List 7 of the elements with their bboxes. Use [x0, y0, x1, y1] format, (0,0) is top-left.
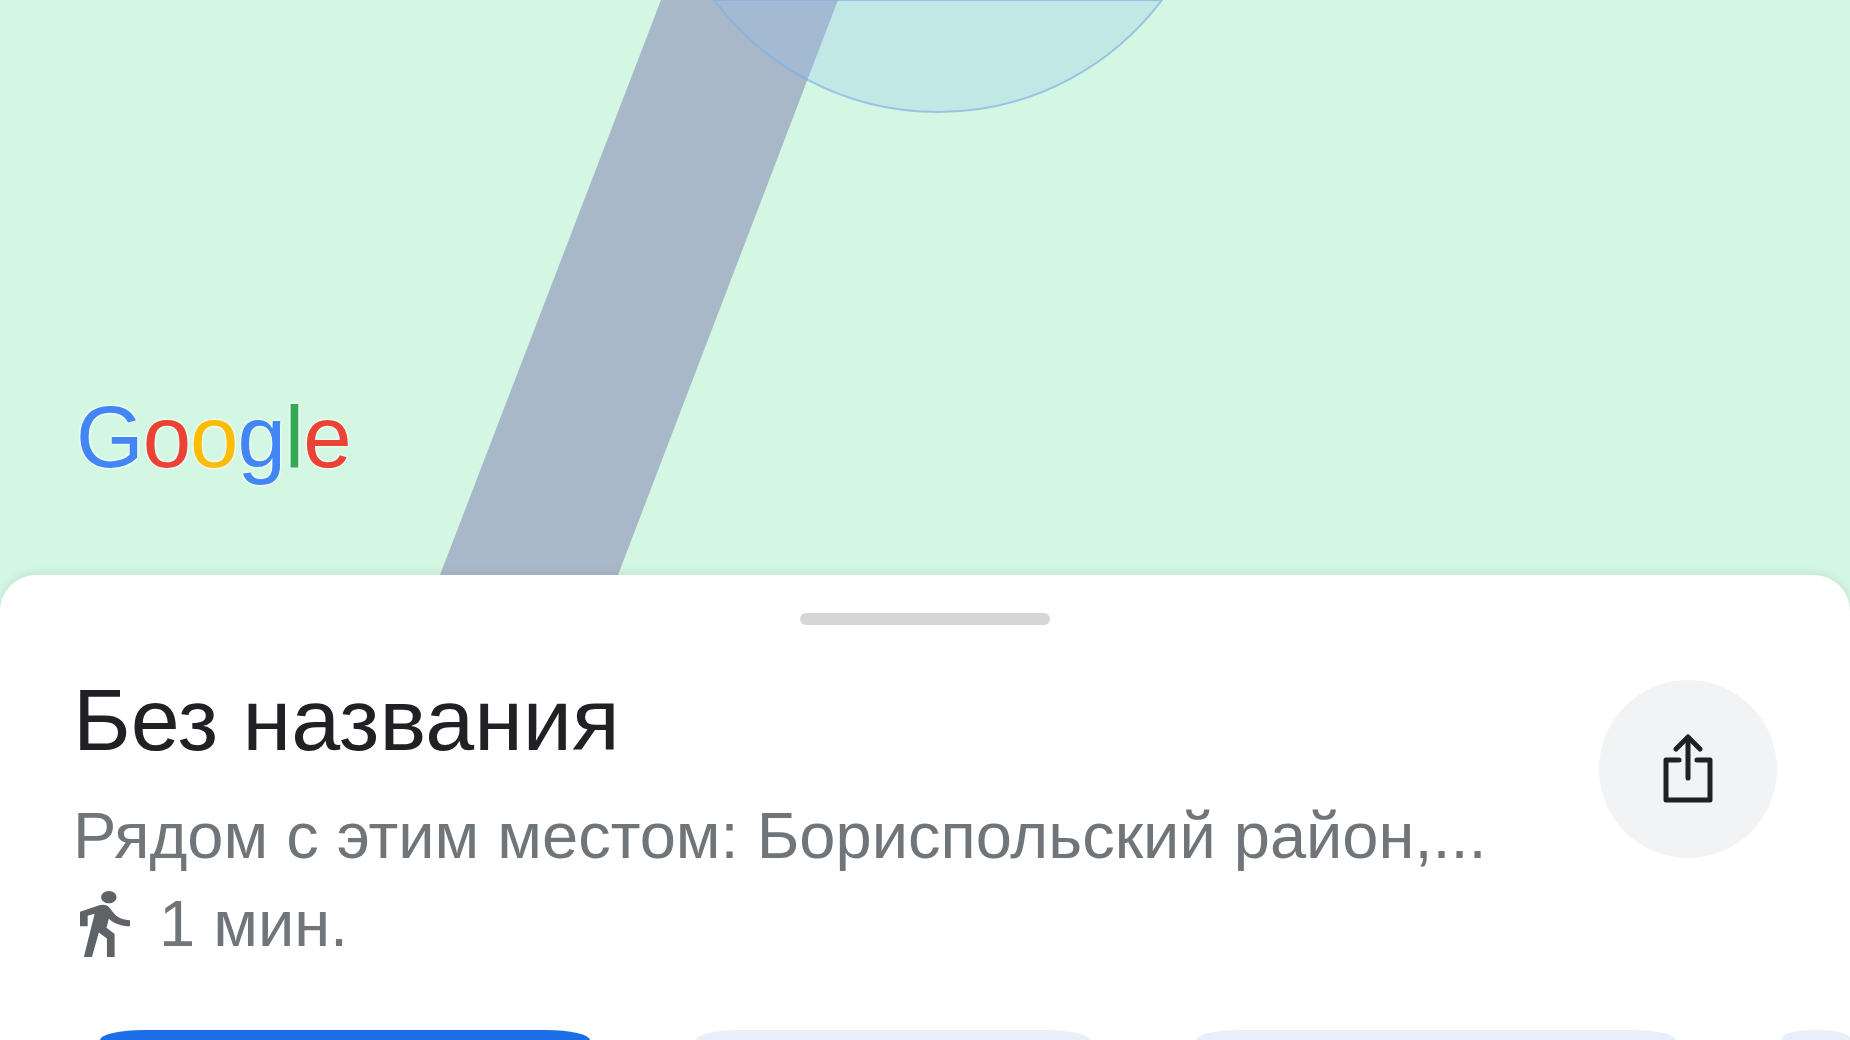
place-title: Без названия [73, 669, 621, 771]
map-logo: Google [75, 386, 352, 487]
nearby-address: Рядом с этим местом: Бориспольский район,... [73, 797, 1487, 874]
walking-person-icon [80, 890, 130, 957]
travel-time: 1 мин. [159, 885, 349, 962]
share-icon [1661, 733, 1715, 805]
drag-handle[interactable] [800, 613, 1050, 625]
